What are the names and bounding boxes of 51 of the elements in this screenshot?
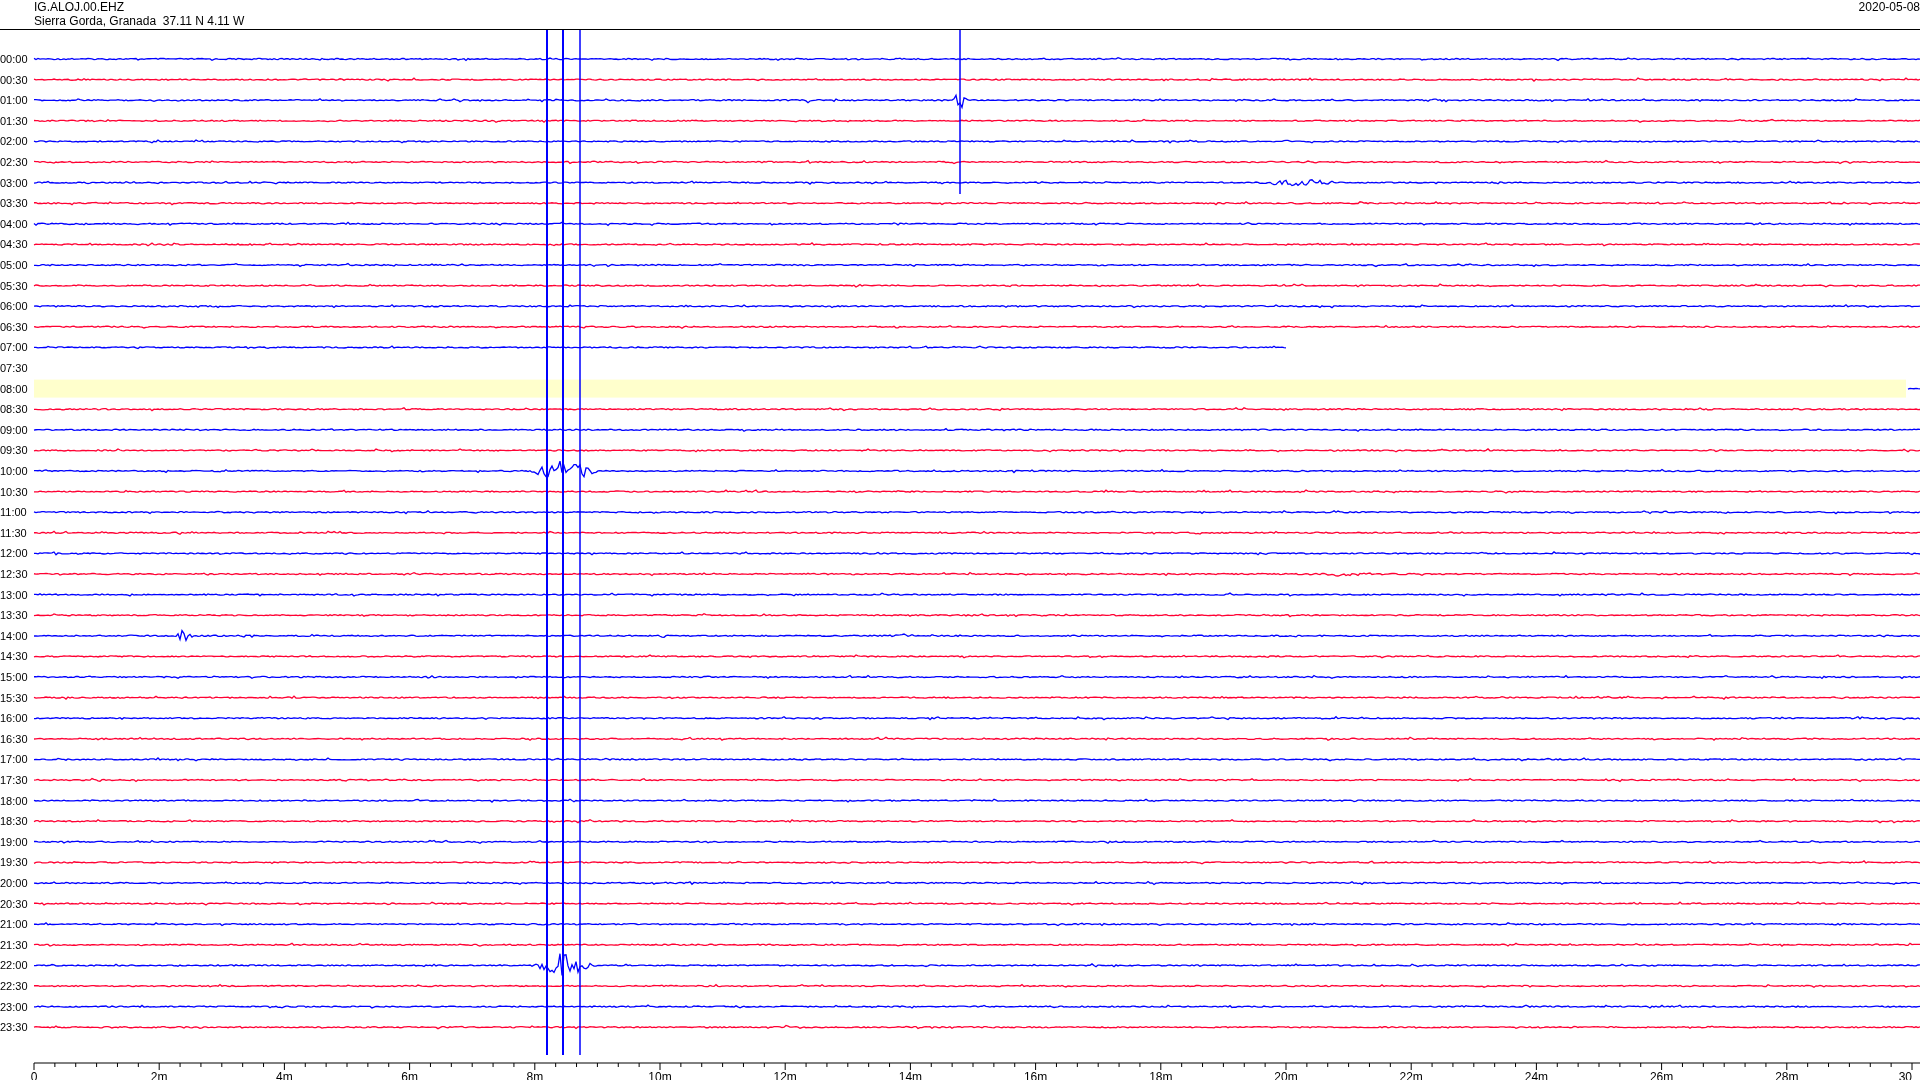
time-label: 12:30 [0,568,28,580]
time-label: 05:30 [0,279,28,292]
time-label: 08:00 [0,382,28,395]
time-label: 19:00 [0,835,28,848]
time-label: 09:30 [0,444,28,457]
time-label: 06:30 [0,320,28,333]
time-label: 10:00 [0,465,28,477]
time-label: 19:30 [0,856,28,869]
time-label: 18:30 [0,815,28,828]
time-label: 18:00 [0,794,28,807]
time-label: 05:00 [0,259,28,271]
time-label: 07:30 [0,362,28,374]
time-label: 16:30 [0,732,28,745]
time-label: 10:30 [0,485,28,498]
time-label: 15:00 [0,671,28,683]
time-label: 09:00 [0,423,28,436]
time-label: 21:00 [0,918,28,931]
time-label: 08:30 [0,403,28,416]
time-label: 20:00 [0,877,28,889]
time-label: 22:30 [0,980,28,992]
time-label: 17:30 [0,774,28,786]
time-label: 13:30 [0,609,28,622]
time-label: 11:00 [0,506,27,519]
time-label: 21:30 [0,938,28,951]
time-label: 03:30 [0,197,28,210]
time-label: 02:00 [0,135,28,148]
time-label: 12:00 [0,547,28,560]
time-label: 23:30 [0,1021,28,1034]
time-label: 00:30 [0,73,28,86]
time-label: 04:00 [0,217,28,230]
station-location: Sierra Gorda, Granada 37.11 N 4.11 W [34,14,245,28]
time-label: 14:00 [0,629,28,642]
time-label: 16:00 [0,712,28,725]
time-label: 20:30 [0,897,28,910]
time-label: 22:00 [0,959,28,972]
time-label: 17:00 [0,753,28,766]
time-label: 00:00 [0,53,28,65]
time-label: 03:00 [0,176,28,189]
date-label: 2020-05-08 [1858,0,1920,14]
time-label: 01:30 [0,114,28,127]
time-label: 14:30 [0,650,28,663]
time-label: 06:00 [0,300,28,313]
time-label: 15:30 [0,691,28,704]
time-label: 11:30 [0,526,27,539]
time-label: 23:00 [0,1000,28,1013]
station-code: IG.ALOJ.00.EHZ [34,0,126,14]
time-label: 04:30 [0,238,28,251]
time-label: 02:30 [0,156,28,168]
time-label: 07:00 [0,341,28,354]
time-label: 01:00 [0,94,28,107]
time-label: 13:00 [0,588,28,601]
